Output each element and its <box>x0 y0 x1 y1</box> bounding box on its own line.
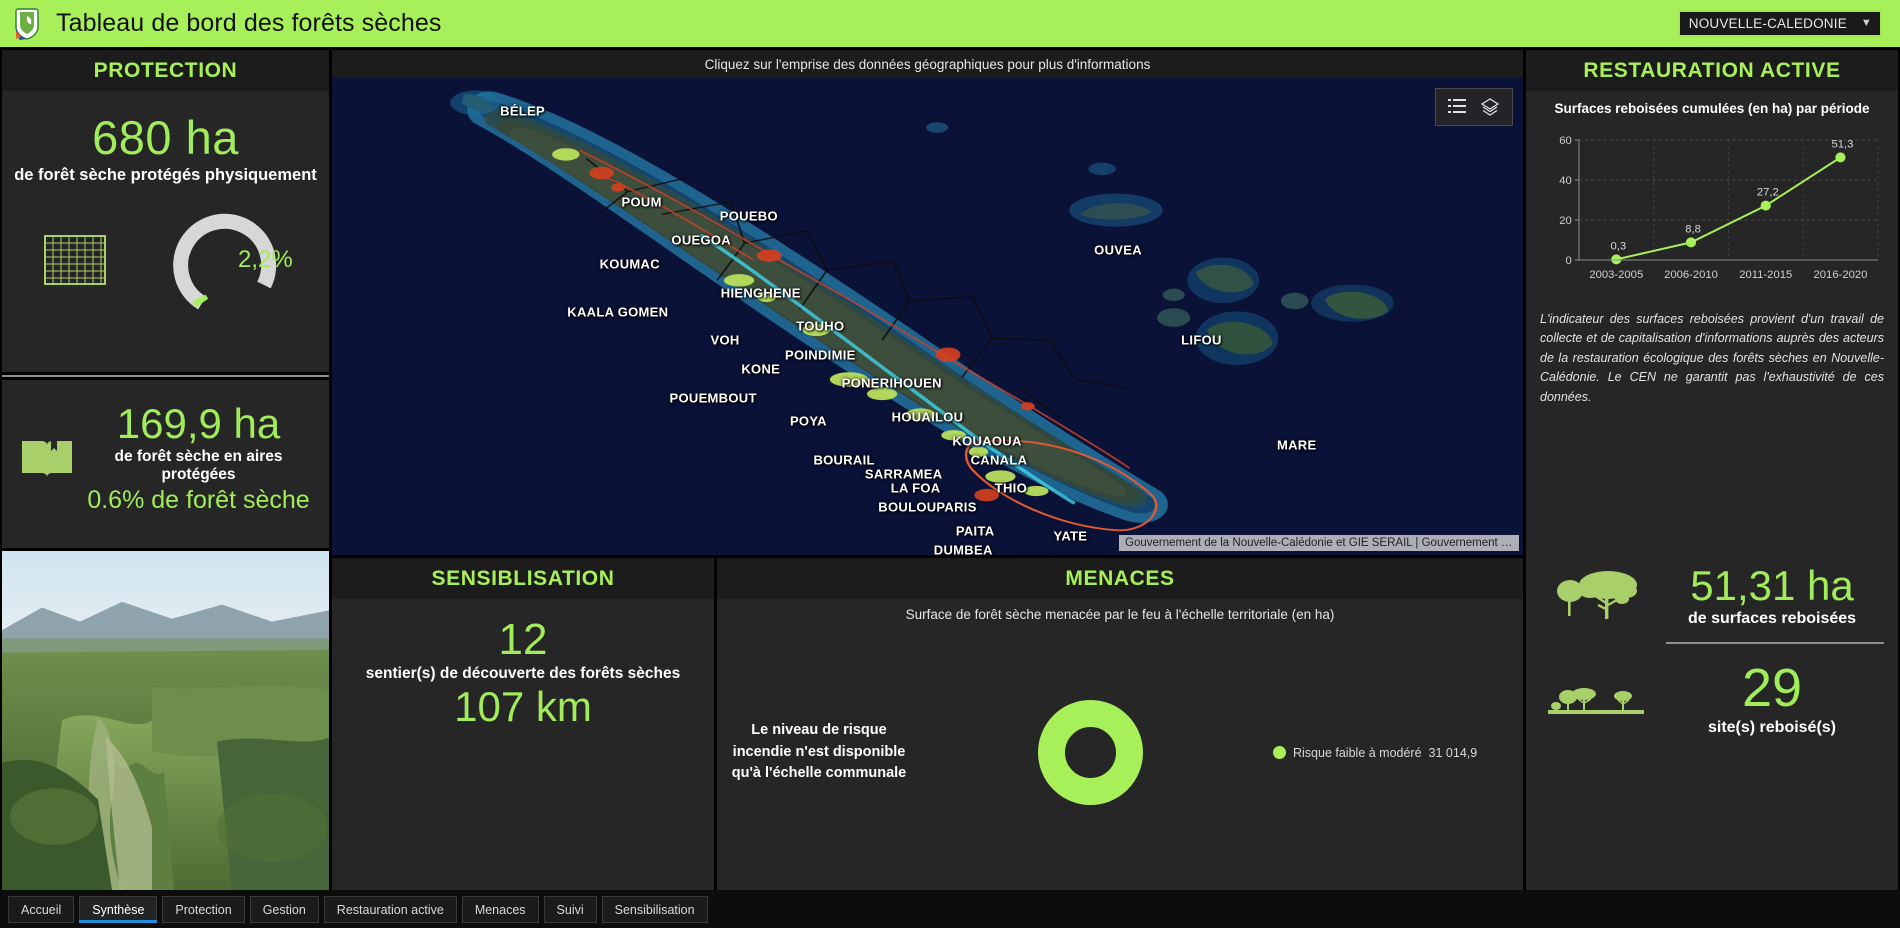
sensibilisation-distance: 107 km <box>454 683 592 731</box>
savanna-trees-row-icon <box>1536 677 1656 719</box>
reboisement-chart: Surfaces reboisées cumulées (en ha) par … <box>1526 91 1898 304</box>
aires-line2: 0.6% de forêt sèche <box>87 486 310 515</box>
app-header: Tableau de bord des forêts sèches NOUVEL… <box>0 0 1900 47</box>
fence-grid-icon <box>44 234 107 285</box>
aires-text: 169,9 ha de forêt sèche en aires protégé… <box>80 400 317 515</box>
legend-color-dot <box>1273 746 1286 759</box>
tab-sensibilisation[interactable]: Sensibilisation <box>601 895 708 923</box>
restauration-card: RESTAURATION ACTIVE Surfaces reboisées c… <box>1526 50 1898 890</box>
surfaces-reboisees-kpi: 51,31 ha de surfaces reboisées <box>1526 554 1898 634</box>
right-spacer-bottom <box>1526 743 1898 890</box>
menaces-legend: Risque faible à modéré 31 014,9 <box>1273 746 1523 760</box>
svg-text:0,3: 0,3 <box>1611 241 1627 253</box>
tab-menaces[interactable]: Menaces <box>461 895 539 923</box>
shield-forest-logo-icon <box>14 7 44 40</box>
protection-card: PROTECTION 680 ha de forêt sèche protégé… <box>2 50 329 372</box>
chevron-down-icon: ▼ <box>1860 17 1872 29</box>
open-book-icon <box>18 435 76 483</box>
menaces-donut-zone <box>907 700 1273 805</box>
restauration-note: L'indicateur des surfaces reboisées prov… <box>1540 312 1884 404</box>
bottom-tab-bar: Accueil Synthèse Protection Gestion Rest… <box>0 890 1900 928</box>
svg-text:27,2: 27,2 <box>1757 187 1779 199</box>
sensibilisation-body: 12 sentier(s) de découverte des forêts s… <box>332 599 714 890</box>
tab-accueil[interactable]: Accueil <box>8 895 75 923</box>
sites-reboises-sub: site(s) reboisé(s) <box>1707 718 1837 736</box>
legend-label: Risque faible à modéré <box>1293 745 1422 760</box>
legend-list-icon[interactable] <box>1448 97 1466 117</box>
left-divider <box>2 375 329 377</box>
aires-row: 169,9 ha de forêt sèche en aires protégé… <box>2 380 329 535</box>
restauration-title: RESTAURATION ACTIVE <box>1526 50 1898 91</box>
sensibilisation-card: SENSIBLISATION 12 sentier(s) de découver… <box>332 558 714 890</box>
dashboard-root: Tableau de bord des forêts sèches NOUVEL… <box>0 0 1900 928</box>
foret-photo-card <box>2 551 329 890</box>
aires-protegees-card: 169,9 ha de forêt sèche en aires protégé… <box>2 380 329 548</box>
sensibilisation-title: SENSIBLISATION <box>332 558 714 599</box>
menaces-row: Le niveau de risque incendie n'est dispo… <box>717 622 1523 883</box>
svg-text:2011-2015: 2011-2015 <box>1739 269 1792 281</box>
protection-kpi-value: 680 ha <box>92 111 239 164</box>
protection-gauge-row: 2,2% <box>2 185 329 336</box>
map-card: Cliquez sur l'emprise des données géogra… <box>332 50 1523 555</box>
photo-foret-seche-mangrove <box>2 551 329 890</box>
chart-title: Surfaces reboisées cumulées (en ha) par … <box>1554 101 1870 116</box>
svg-text:51,3: 51,3 <box>1832 139 1854 151</box>
chart-svg: 0 20 40 60 2003-2005 2006-2010 2011-2015 2016-… <box>1559 135 1879 281</box>
surfaces-reboisees-text: 51,31 ha de surfaces reboisées <box>1656 562 1888 628</box>
svg-text:8,8: 8,8 <box>1685 224 1701 236</box>
menaces-card: MENACES Surface de forêt sèche menacée p… <box>717 558 1523 890</box>
map-canvas[interactable]: BÉLEP POUM POUEBO OUEGOA KOUMAC HIENGHEN… <box>332 78 1523 555</box>
surfaces-reboisees-value: 51,31 ha <box>1690 562 1854 610</box>
menaces-note: Le niveau de risque incendie n'est dispo… <box>731 721 907 782</box>
protection-kpi-sub: de forêt sèche protégés physiquement <box>14 166 317 185</box>
sensibilisation-count: 12 <box>498 615 548 664</box>
svg-text:2006-2010: 2006-2010 <box>1664 269 1718 281</box>
svg-text:2016-2020: 2016-2020 <box>1814 269 1868 281</box>
tab-restauration-active[interactable]: Restauration active <box>323 895 457 923</box>
map-hint: Cliquez sur l'emprise des données géogra… <box>332 50 1523 78</box>
protection-gauge-label: 2,2% <box>238 245 293 273</box>
right-spacer-top <box>1526 407 1898 554</box>
svg-text:0: 0 <box>1566 255 1572 267</box>
menaces-donut-chart[interactable] <box>1037 700 1143 805</box>
svg-text:20: 20 <box>1559 215 1572 227</box>
page-title: Tableau de bord des forêts sèches <box>56 9 442 37</box>
left-column: PROTECTION 680 ha de forêt sèche protégé… <box>2 50 329 890</box>
aires-value: 169,9 ha <box>116 400 281 447</box>
tab-gestion[interactable]: Gestion <box>249 895 319 923</box>
menaces-title: MENACES <box>717 558 1523 599</box>
aires-line1: de forêt sèche en aires protégées <box>114 448 283 484</box>
protection-title: PROTECTION <box>2 50 329 91</box>
tab-protection[interactable]: Protection <box>162 895 245 923</box>
map-tools <box>1435 88 1513 126</box>
right-kpi-separator <box>1666 642 1884 645</box>
sensibilisation-sub: sentier(s) de découverte des forêts sèch… <box>365 665 681 683</box>
sites-reboises-text: 29 site(s) reboisé(s) <box>1656 660 1888 737</box>
region-select-value: NOUVELLE-CALEDONIE <box>1688 16 1847 31</box>
tab-suivi[interactable]: Suivi <box>543 895 597 923</box>
menaces-subtitle: Surface de forêt sèche menacée par le fe… <box>905 607 1335 622</box>
trees-icon <box>1536 565 1656 627</box>
protection-gauge: 2,2% <box>167 207 293 312</box>
sites-reboises-kpi: 29 site(s) reboisé(s) <box>1526 650 1898 743</box>
layers-stack-icon[interactable] <box>1480 97 1500 117</box>
center-bottom-row: SENSIBLISATION 12 sentier(s) de découver… <box>332 558 1523 890</box>
svg-text:40: 40 <box>1559 175 1572 187</box>
svg-text:60: 60 <box>1559 135 1572 147</box>
sites-reboises-value: 29 <box>1741 658 1803 719</box>
map-attribution: Gouvernement de la Nouvelle-Calédonie et… <box>1119 535 1519 551</box>
svg-text:2003-2005: 2003-2005 <box>1589 269 1643 281</box>
tab-synthese[interactable]: Synthèse <box>79 895 158 923</box>
surfaces-reboisees-sub: de surfaces reboisées <box>1687 610 1857 628</box>
dashboard-body: PROTECTION 680 ha de forêt sèche protégé… <box>0 47 1900 890</box>
menaces-body: Surface de forêt sèche menacée par le fe… <box>717 599 1523 890</box>
legend-value: 31 014,9 <box>1428 745 1478 760</box>
center-column: Cliquez sur l'emprise des données géogra… <box>332 50 1523 890</box>
region-select[interactable]: NOUVELLE-CALEDONIE ▼ <box>1677 10 1882 37</box>
right-column: RESTAURATION ACTIVE Surfaces reboisées c… <box>1526 50 1898 890</box>
